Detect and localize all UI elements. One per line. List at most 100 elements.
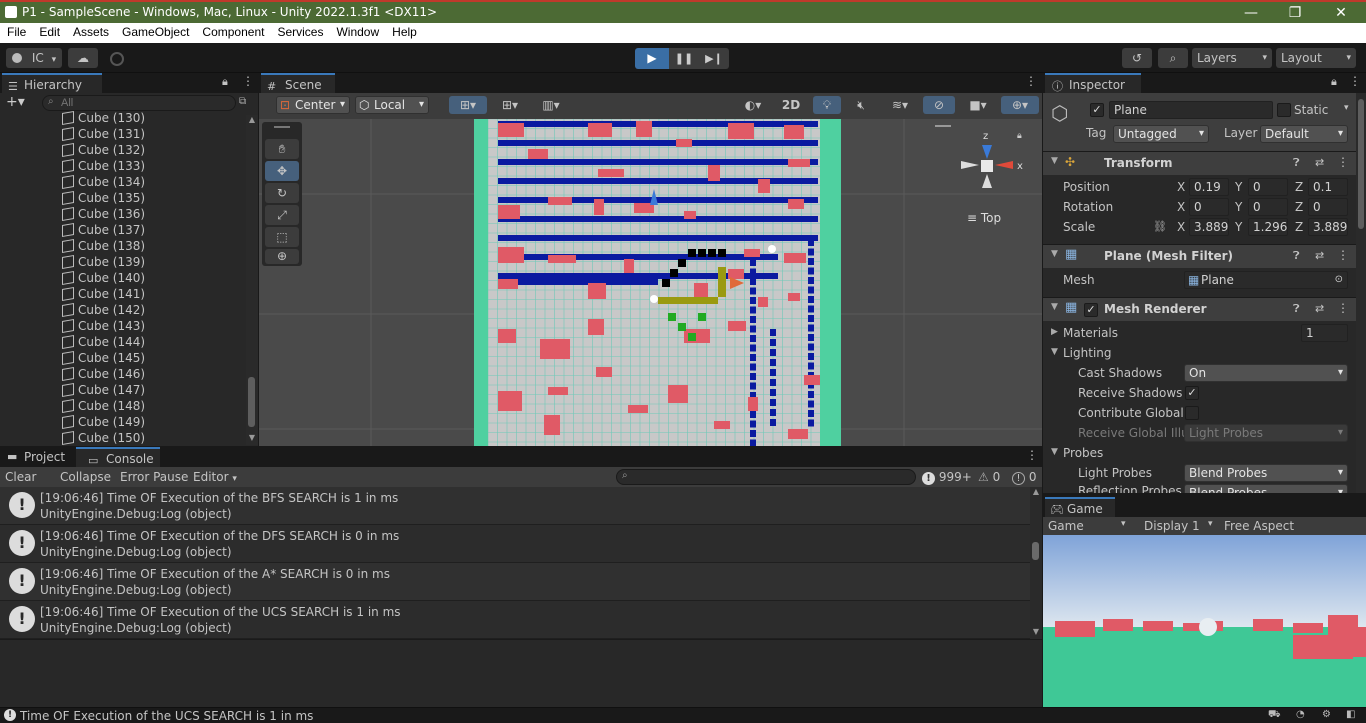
scale-x-field[interactable]: 3.8896 xyxy=(1189,218,1229,236)
editor-dropdown[interactable]: Editor ▾ xyxy=(193,470,237,484)
orientation-gizmo[interactable]: z x ≡ Top 🔒︎ xyxy=(949,127,1029,227)
menu-component[interactable]: Component xyxy=(195,23,270,39)
hierarchy-item[interactable]: Cube (134) xyxy=(0,174,246,190)
rotation-y-field[interactable]: 0 xyxy=(1248,198,1288,216)
audio-toggle[interactable]: 🔇︎ xyxy=(847,96,875,114)
position-x-field[interactable]: 0.19 xyxy=(1189,178,1229,196)
inspector-scrollbar[interactable] xyxy=(1356,93,1366,493)
tab-game[interactable]: 🎮︎ Game xyxy=(1045,497,1115,517)
hierarchy-item[interactable]: Cube (145) xyxy=(0,350,246,366)
hierarchy-item[interactable]: Cube (147) xyxy=(0,382,246,398)
info-count-toggle[interactable]: ! 999+ xyxy=(922,470,972,485)
menu-help[interactable]: Help xyxy=(385,23,423,39)
hand-tool[interactable]: ✋︎ xyxy=(265,139,299,159)
kebab-menu-icon[interactable]: ⋮ xyxy=(1337,248,1349,262)
kebab-menu-icon[interactable]: ⋮ xyxy=(1337,155,1349,169)
tab-project[interactable]: ▬ Project xyxy=(2,447,74,467)
lock-icon[interactable]: 🔒︎ xyxy=(1017,131,1022,141)
log-entry[interactable]: ! [19:06:46] Time OF Execution of the A* … xyxy=(0,563,1030,601)
space-dropdown[interactable]: ⬡ Local xyxy=(355,96,429,114)
scene-viewport[interactable]: ✋︎ ✥ ↻ ⤢ ⬚ ⊕ z x ≡ Top 🔒︎ xyxy=(259,119,1042,446)
preset-icon[interactable]: ⇄ xyxy=(1315,156,1324,169)
preset-icon[interactable]: ⇄ xyxy=(1315,249,1324,262)
lock-icon[interactable]: 🔒︎ xyxy=(222,75,228,89)
hierarchy-search-input[interactable] xyxy=(42,95,236,111)
kebab-menu-icon[interactable]: ⋮ xyxy=(242,74,254,88)
hierarchy-item[interactable]: Cube (137) xyxy=(0,222,246,238)
tab-console[interactable]: ▭ Console xyxy=(76,447,160,467)
menu-edit[interactable]: Edit xyxy=(32,23,66,39)
layout-dropdown[interactable]: Layout ▾ xyxy=(1276,48,1356,68)
menu-file[interactable]: File xyxy=(0,23,32,39)
search-button[interactable]: ⌕ xyxy=(1158,48,1188,68)
help-icon[interactable]: ❓︎ xyxy=(1293,156,1300,170)
scale-z-field[interactable]: 3.8896 xyxy=(1308,218,1348,236)
hierarchy-item[interactable]: Cube (142) xyxy=(0,302,246,318)
chevron-down-icon[interactable]: ▾ xyxy=(1208,519,1213,529)
overlay-handle[interactable] xyxy=(935,125,951,127)
maximize-button[interactable]: ❐ xyxy=(1272,3,1318,23)
mesh-object-field[interactable]: ▦ Plane ⊙ xyxy=(1184,271,1348,289)
help-icon[interactable]: ❓︎ xyxy=(1293,249,1300,263)
lock-icon[interactable]: 🔒︎ xyxy=(1331,75,1337,89)
ruler-button[interactable]: ▥▾ xyxy=(533,96,569,114)
static-checkbox[interactable] xyxy=(1277,103,1291,117)
rotation-x-field[interactable]: 0 xyxy=(1189,198,1229,216)
hierarchy-scroll-thumb[interactable] xyxy=(248,377,255,427)
mesh-renderer-enabled-checkbox[interactable]: ✓ xyxy=(1084,303,1098,317)
lighting-toggle[interactable]: 💡︎ xyxy=(813,96,841,114)
preset-icon[interactable]: ⇄ xyxy=(1315,302,1324,315)
hidden-objects-toggle[interactable]: ⊘ xyxy=(923,96,955,114)
menu-gameobject[interactable]: GameObject xyxy=(115,23,195,39)
hierarchy-item[interactable]: Cube (149) xyxy=(0,414,246,430)
tag-dropdown[interactable]: Untagged xyxy=(1113,125,1209,143)
tab-inspector[interactable]: ⓘ Inspector xyxy=(1045,73,1141,93)
cloud-button[interactable]: ☁ xyxy=(68,48,98,68)
transform-tool[interactable]: ⊕ xyxy=(265,249,299,264)
scroll-down-icon[interactable]: ▼ xyxy=(1030,627,1042,636)
pause-button[interactable]: ❚❚ xyxy=(669,48,699,69)
collab-icon[interactable] xyxy=(110,52,124,66)
search-options-icon[interactable]: ⧉ xyxy=(239,96,246,107)
effects-dropdown[interactable]: ≋▾ xyxy=(881,96,919,114)
step-button[interactable]: ▶❙ xyxy=(699,48,729,69)
hierarchy-item[interactable]: Cube (148) xyxy=(0,398,246,414)
log-entry[interactable]: ! [19:06:46] Time OF Execution of the DFS… xyxy=(0,525,1030,563)
foldout-arrow-icon[interactable]: ▼ xyxy=(1051,347,1058,357)
gizmo-x-cone[interactable] xyxy=(995,161,1013,169)
game-mode-dropdown[interactable]: Game xyxy=(1048,519,1084,533)
error-count-toggle[interactable]: ! 0 xyxy=(1012,470,1036,485)
receive-shadows-checkbox[interactable]: ✓ xyxy=(1185,386,1199,400)
kebab-menu-icon[interactable]: ⋮ xyxy=(1026,448,1038,462)
chevron-down-icon[interactable]: ▾ xyxy=(1344,103,1349,113)
collapse-button[interactable]: Collapse xyxy=(60,470,111,484)
inspector-scroll-thumb[interactable] xyxy=(1358,99,1364,229)
camera-dropdown[interactable]: ■▾ xyxy=(959,96,997,114)
layers-dropdown[interactable]: Layers ▾ xyxy=(1192,48,1272,68)
hierarchy-item[interactable]: Cube (139) xyxy=(0,254,246,270)
move-tool[interactable]: ✥ xyxy=(265,161,299,181)
console-search-input[interactable] xyxy=(616,469,916,485)
notification-icon[interactable]: ◧ xyxy=(1346,709,1355,720)
reflection-probes-dropdown[interactable]: Blend Probes xyxy=(1184,484,1348,493)
snap-increment-button[interactable]: ⊞▾ xyxy=(491,96,529,114)
mesh-renderer-header[interactable]: ▼ ▦ ✓ Mesh Renderer ❓︎ ⇄ ⋮ xyxy=(1043,297,1356,321)
hierarchy-item[interactable]: Cube (150) xyxy=(0,430,246,446)
gizmos-dropdown[interactable]: ⊕▾ xyxy=(1001,96,1039,114)
shading-mode-button[interactable]: ◐▾ xyxy=(735,96,771,114)
game-viewport[interactable] xyxy=(1043,535,1366,707)
cast-shadows-dropdown[interactable]: On xyxy=(1184,364,1348,382)
kebab-menu-icon[interactable]: ⋮ xyxy=(1025,74,1037,88)
foldout-arrow-icon[interactable]: ▶ xyxy=(1051,327,1058,337)
scale-y-field[interactable]: 1.2965 xyxy=(1248,218,1288,236)
foldout-arrow-icon[interactable]: ▼ xyxy=(1051,447,1058,457)
hierarchy-item[interactable]: Cube (138) xyxy=(0,238,246,254)
rect-tool[interactable]: ⬚ xyxy=(265,227,299,247)
hierarchy-item[interactable]: Cube (144) xyxy=(0,334,246,350)
history-button[interactable]: ↺ xyxy=(1122,48,1152,68)
link-scale-icon[interactable]: ⛓︎ xyxy=(1153,220,1167,233)
palette-handle[interactable] xyxy=(274,126,290,128)
scroll-up-icon[interactable]: ▲ xyxy=(246,115,258,124)
add-icon[interactable]: +▾ xyxy=(6,94,25,110)
error-pause-button[interactable]: Error Pause xyxy=(120,470,188,484)
